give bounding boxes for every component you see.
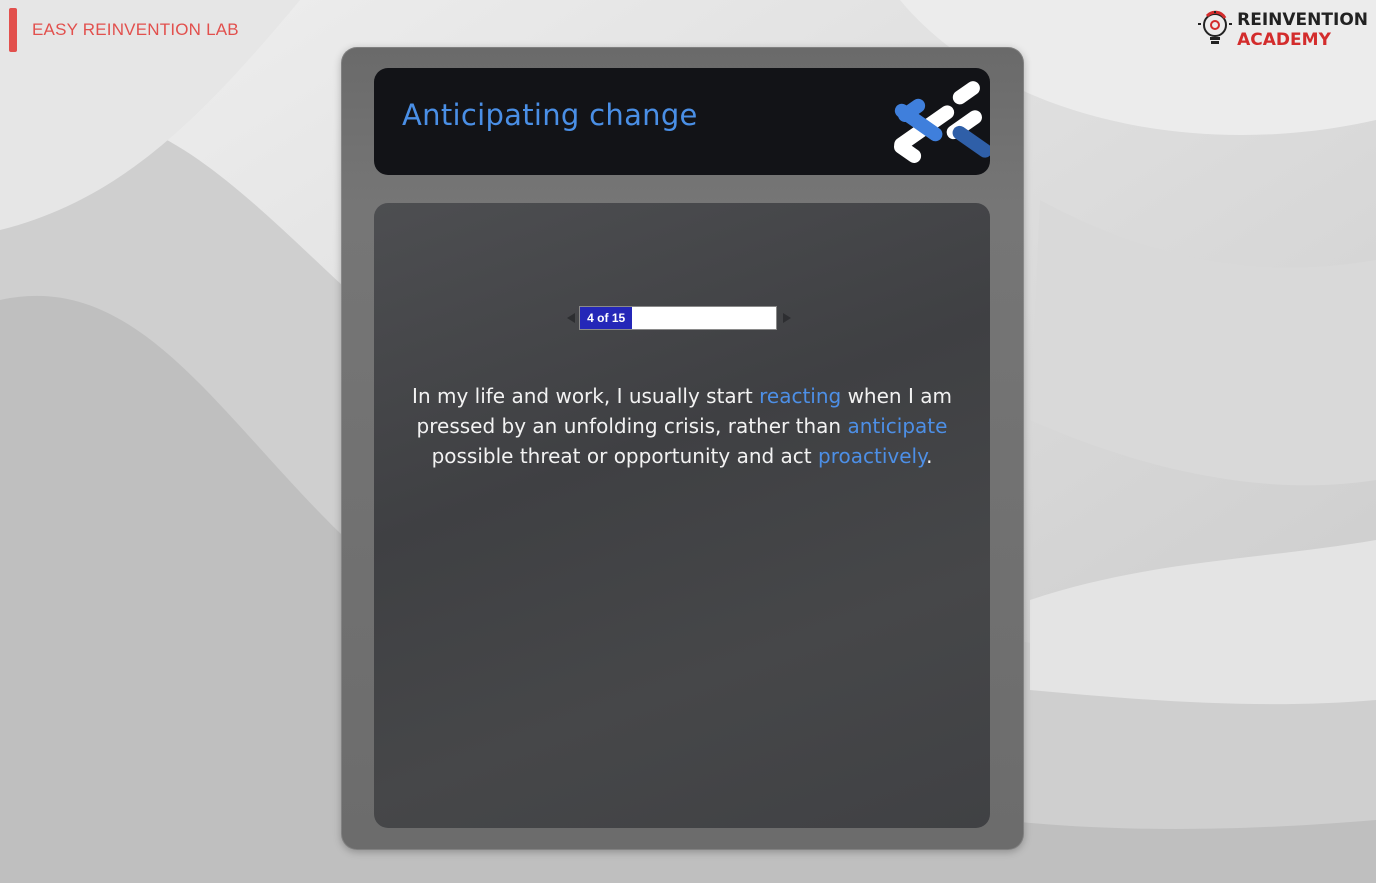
card-header: Anticipating change	[374, 68, 990, 175]
lab-brand: EASY REINVENTION LAB	[9, 8, 239, 52]
progress-fill: 4 of 15	[580, 307, 633, 329]
decorative-stripes-icon	[893, 81, 990, 163]
progress-bar: 4 of 15	[579, 306, 777, 330]
question-text: In my life and work, I usually start rea…	[394, 381, 970, 471]
question-keyword: reacting	[759, 384, 842, 408]
question-pager: 4 of 15	[567, 306, 791, 330]
previous-arrow-icon[interactable]	[567, 313, 575, 323]
question-text-part: In my life and work, I usually start	[412, 384, 760, 408]
question-card: Anticipating change 4 of 15 In my life a…	[341, 47, 1024, 850]
question-keyword: anticipate	[847, 414, 948, 438]
next-arrow-icon[interactable]	[783, 313, 791, 323]
academy-logo: REINVENTION ACADEMY	[1197, 10, 1368, 50]
lightbulb-gear-icon	[1198, 10, 1233, 44]
card-title: Anticipating change	[402, 98, 698, 132]
question-text-part: .	[926, 444, 933, 468]
question-keyword: proactively	[818, 444, 927, 468]
academy-name-line2: ACADEMY	[1237, 30, 1331, 50]
question-text-part: possible threat or opportunity and act	[431, 444, 819, 468]
lab-name: EASY REINVENTION LAB	[32, 20, 239, 39]
question-panel: 4 of 15 In my life and work, I usually s…	[374, 203, 990, 828]
brand-accent-bar	[9, 8, 17, 52]
academy-name-line1: REINVENTION	[1237, 10, 1368, 30]
